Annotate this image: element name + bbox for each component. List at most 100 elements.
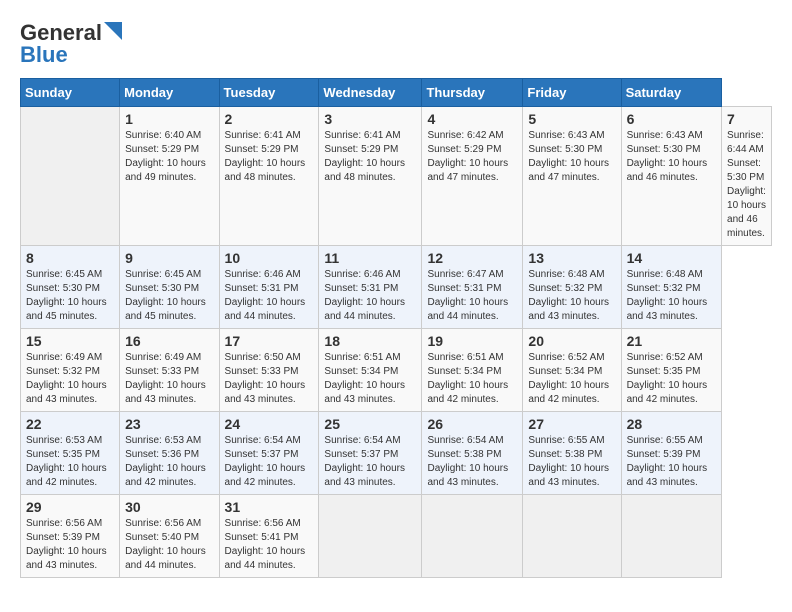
day-cell-12: 12 Sunrise: 6:47 AMSunset: 5:31 PMDayligh… <box>422 246 523 329</box>
header-saturday: Saturday <box>621 79 721 107</box>
empty-cell <box>422 495 523 578</box>
day-info: Sunrise: 6:56 AMSunset: 5:39 PMDaylight:… <box>26 517 114 573</box>
day-info: Sunrise: 6:48 AMSunset: 5:32 PMDaylight:… <box>528 268 615 324</box>
day-number: 18 <box>324 333 416 349</box>
day-info: Sunrise: 6:45 AMSunset: 5:30 PMDaylight:… <box>26 268 114 324</box>
day-number: 20 <box>528 333 615 349</box>
day-number: 27 <box>528 416 615 432</box>
day-number: 31 <box>225 499 314 515</box>
day-number: 5 <box>528 111 615 127</box>
day-cell-13: 13 Sunrise: 6:48 AMSunset: 5:32 PMDayligh… <box>523 246 621 329</box>
day-number: 4 <box>427 111 517 127</box>
day-cell-7: 7 Sunrise: 6:44 AMSunset: 5:30 PMDaylight… <box>722 107 772 246</box>
day-info: Sunrise: 6:42 AMSunset: 5:29 PMDaylight:… <box>427 129 517 185</box>
day-number: 13 <box>528 250 615 266</box>
day-number: 26 <box>427 416 517 432</box>
day-cell-26: 26 Sunrise: 6:54 AMSunset: 5:38 PMDayligh… <box>422 412 523 495</box>
day-cell-20: 20 Sunrise: 6:52 AMSunset: 5:34 PMDayligh… <box>523 329 621 412</box>
header-friday: Friday <box>523 79 621 107</box>
page-header: General Blue <box>20 20 772 68</box>
day-info: Sunrise: 6:54 AMSunset: 5:37 PMDaylight:… <box>324 434 416 490</box>
day-number: 15 <box>26 333 114 349</box>
day-cell-4: 4 Sunrise: 6:42 AMSunset: 5:29 PMDaylight… <box>422 107 523 246</box>
day-info: Sunrise: 6:52 AMSunset: 5:34 PMDaylight:… <box>528 351 615 407</box>
day-number: 28 <box>627 416 716 432</box>
week-row-4: 29 Sunrise: 6:56 AMSunset: 5:39 PMDayligh… <box>21 495 772 578</box>
day-number: 12 <box>427 250 517 266</box>
day-info: Sunrise: 6:53 AMSunset: 5:36 PMDaylight:… <box>125 434 213 490</box>
empty-cell <box>523 495 621 578</box>
day-cell-22: 22 Sunrise: 6:53 AMSunset: 5:35 PMDayligh… <box>21 412 120 495</box>
header-row: SundayMondayTuesdayWednesdayThursdayFrid… <box>21 79 772 107</box>
day-number: 29 <box>26 499 114 515</box>
day-number: 1 <box>125 111 213 127</box>
empty-cell <box>319 495 422 578</box>
day-cell-14: 14 Sunrise: 6:48 AMSunset: 5:32 PMDayligh… <box>621 246 721 329</box>
day-cell-18: 18Sunrise: 6:51 AMSunset: 5:34 PMDayligh… <box>319 329 422 412</box>
header-wednesday: Wednesday <box>319 79 422 107</box>
day-number: 8 <box>26 250 114 266</box>
day-number: 3 <box>324 111 416 127</box>
day-cell-16: 16 Sunrise: 6:49 AMSunset: 5:33 PMDayligh… <box>120 329 219 412</box>
day-cell-17: 17 Sunrise: 6:50 AMSunset: 5:33 PMDayligh… <box>219 329 319 412</box>
day-info: Sunrise: 6:48 AMSunset: 5:32 PMDaylight:… <box>627 268 716 324</box>
day-number: 22 <box>26 416 114 432</box>
day-info: Sunrise: 6:55 AMSunset: 5:38 PMDaylight:… <box>528 434 615 490</box>
day-cell-15: 15 Sunrise: 6:49 AMSunset: 5:32 PMDayligh… <box>21 329 120 412</box>
day-info: Sunrise: 6:40 AMSunset: 5:29 PMDaylight:… <box>125 129 213 185</box>
day-number: 25 <box>324 416 416 432</box>
logo: General Blue <box>20 20 122 68</box>
day-cell-28: 28Sunrise: 6:55 AMSunset: 5:39 PMDayligh… <box>621 412 721 495</box>
day-info: Sunrise: 6:49 AMSunset: 5:32 PMDaylight:… <box>26 351 114 407</box>
week-row-1: 8 Sunrise: 6:45 AMSunset: 5:30 PMDaylight… <box>21 246 772 329</box>
logo-arrow-icon <box>104 22 122 40</box>
day-cell-3: 3 Sunrise: 6:41 AMSunset: 5:29 PMDaylight… <box>319 107 422 246</box>
day-cell-1: 1 Sunrise: 6:40 AMSunset: 5:29 PMDaylight… <box>120 107 219 246</box>
header-monday: Monday <box>120 79 219 107</box>
day-number: 10 <box>225 250 314 266</box>
day-cell-29: 29 Sunrise: 6:56 AMSunset: 5:39 PMDayligh… <box>21 495 120 578</box>
day-info: Sunrise: 6:44 AMSunset: 5:30 PMDaylight:… <box>727 129 766 241</box>
day-number: 9 <box>125 250 213 266</box>
day-cell-25: 25 Sunrise: 6:54 AMSunset: 5:37 PMDayligh… <box>319 412 422 495</box>
day-cell-23: 23 Sunrise: 6:53 AMSunset: 5:36 PMDayligh… <box>120 412 219 495</box>
day-number: 11 <box>324 250 416 266</box>
day-info: Sunrise: 6:43 AMSunset: 5:30 PMDaylight:… <box>627 129 716 185</box>
day-info: Sunrise: 6:50 AMSunset: 5:33 PMDaylight:… <box>225 351 314 407</box>
day-cell-31: 31Sunrise: 6:56 AMSunset: 5:41 PMDayligh… <box>219 495 319 578</box>
day-info: Sunrise: 6:47 AMSunset: 5:31 PMDaylight:… <box>427 268 517 324</box>
header-tuesday: Tuesday <box>219 79 319 107</box>
day-number: 17 <box>225 333 314 349</box>
day-number: 6 <box>627 111 716 127</box>
day-info: Sunrise: 6:46 AMSunset: 5:31 PMDaylight:… <box>225 268 314 324</box>
day-number: 7 <box>727 111 766 127</box>
day-info: Sunrise: 6:43 AMSunset: 5:30 PMDaylight:… <box>528 129 615 185</box>
day-cell-8: 8 Sunrise: 6:45 AMSunset: 5:30 PMDaylight… <box>21 246 120 329</box>
day-cell-5: 5 Sunrise: 6:43 AMSunset: 5:30 PMDaylight… <box>523 107 621 246</box>
day-info: Sunrise: 6:46 AMSunset: 5:31 PMDaylight:… <box>324 268 416 324</box>
day-number: 21 <box>627 333 716 349</box>
day-number: 16 <box>125 333 213 349</box>
day-number: 2 <box>225 111 314 127</box>
header-thursday: Thursday <box>422 79 523 107</box>
day-info: Sunrise: 6:41 AMSunset: 5:29 PMDaylight:… <box>324 129 416 185</box>
calendar-table: SundayMondayTuesdayWednesdayThursdayFrid… <box>20 78 772 578</box>
day-info: Sunrise: 6:54 AMSunset: 5:38 PMDaylight:… <box>427 434 517 490</box>
header-sunday: Sunday <box>21 79 120 107</box>
week-row-3: 22 Sunrise: 6:53 AMSunset: 5:35 PMDayligh… <box>21 412 772 495</box>
day-number: 14 <box>627 250 716 266</box>
week-row-2: 15 Sunrise: 6:49 AMSunset: 5:32 PMDayligh… <box>21 329 772 412</box>
empty-cell <box>621 495 721 578</box>
day-number: 23 <box>125 416 213 432</box>
logo-blue: Blue <box>20 42 68 68</box>
day-cell-2: 2 Sunrise: 6:41 AMSunset: 5:29 PMDaylight… <box>219 107 319 246</box>
day-info: Sunrise: 6:49 AMSunset: 5:33 PMDaylight:… <box>125 351 213 407</box>
day-cell-21: 21Sunrise: 6:52 AMSunset: 5:35 PMDayligh… <box>621 329 721 412</box>
day-info: Sunrise: 6:41 AMSunset: 5:29 PMDaylight:… <box>225 129 314 185</box>
day-cell-19: 19Sunrise: 6:51 AMSunset: 5:34 PMDayligh… <box>422 329 523 412</box>
day-info: Sunrise: 6:54 AMSunset: 5:37 PMDaylight:… <box>225 434 314 490</box>
day-cell-9: 9Sunrise: 6:45 AMSunset: 5:30 PMDaylight… <box>120 246 219 329</box>
day-cell-24: 24Sunrise: 6:54 AMSunset: 5:37 PMDayligh… <box>219 412 319 495</box>
day-number: 19 <box>427 333 517 349</box>
day-info: Sunrise: 6:53 AMSunset: 5:35 PMDaylight:… <box>26 434 114 490</box>
